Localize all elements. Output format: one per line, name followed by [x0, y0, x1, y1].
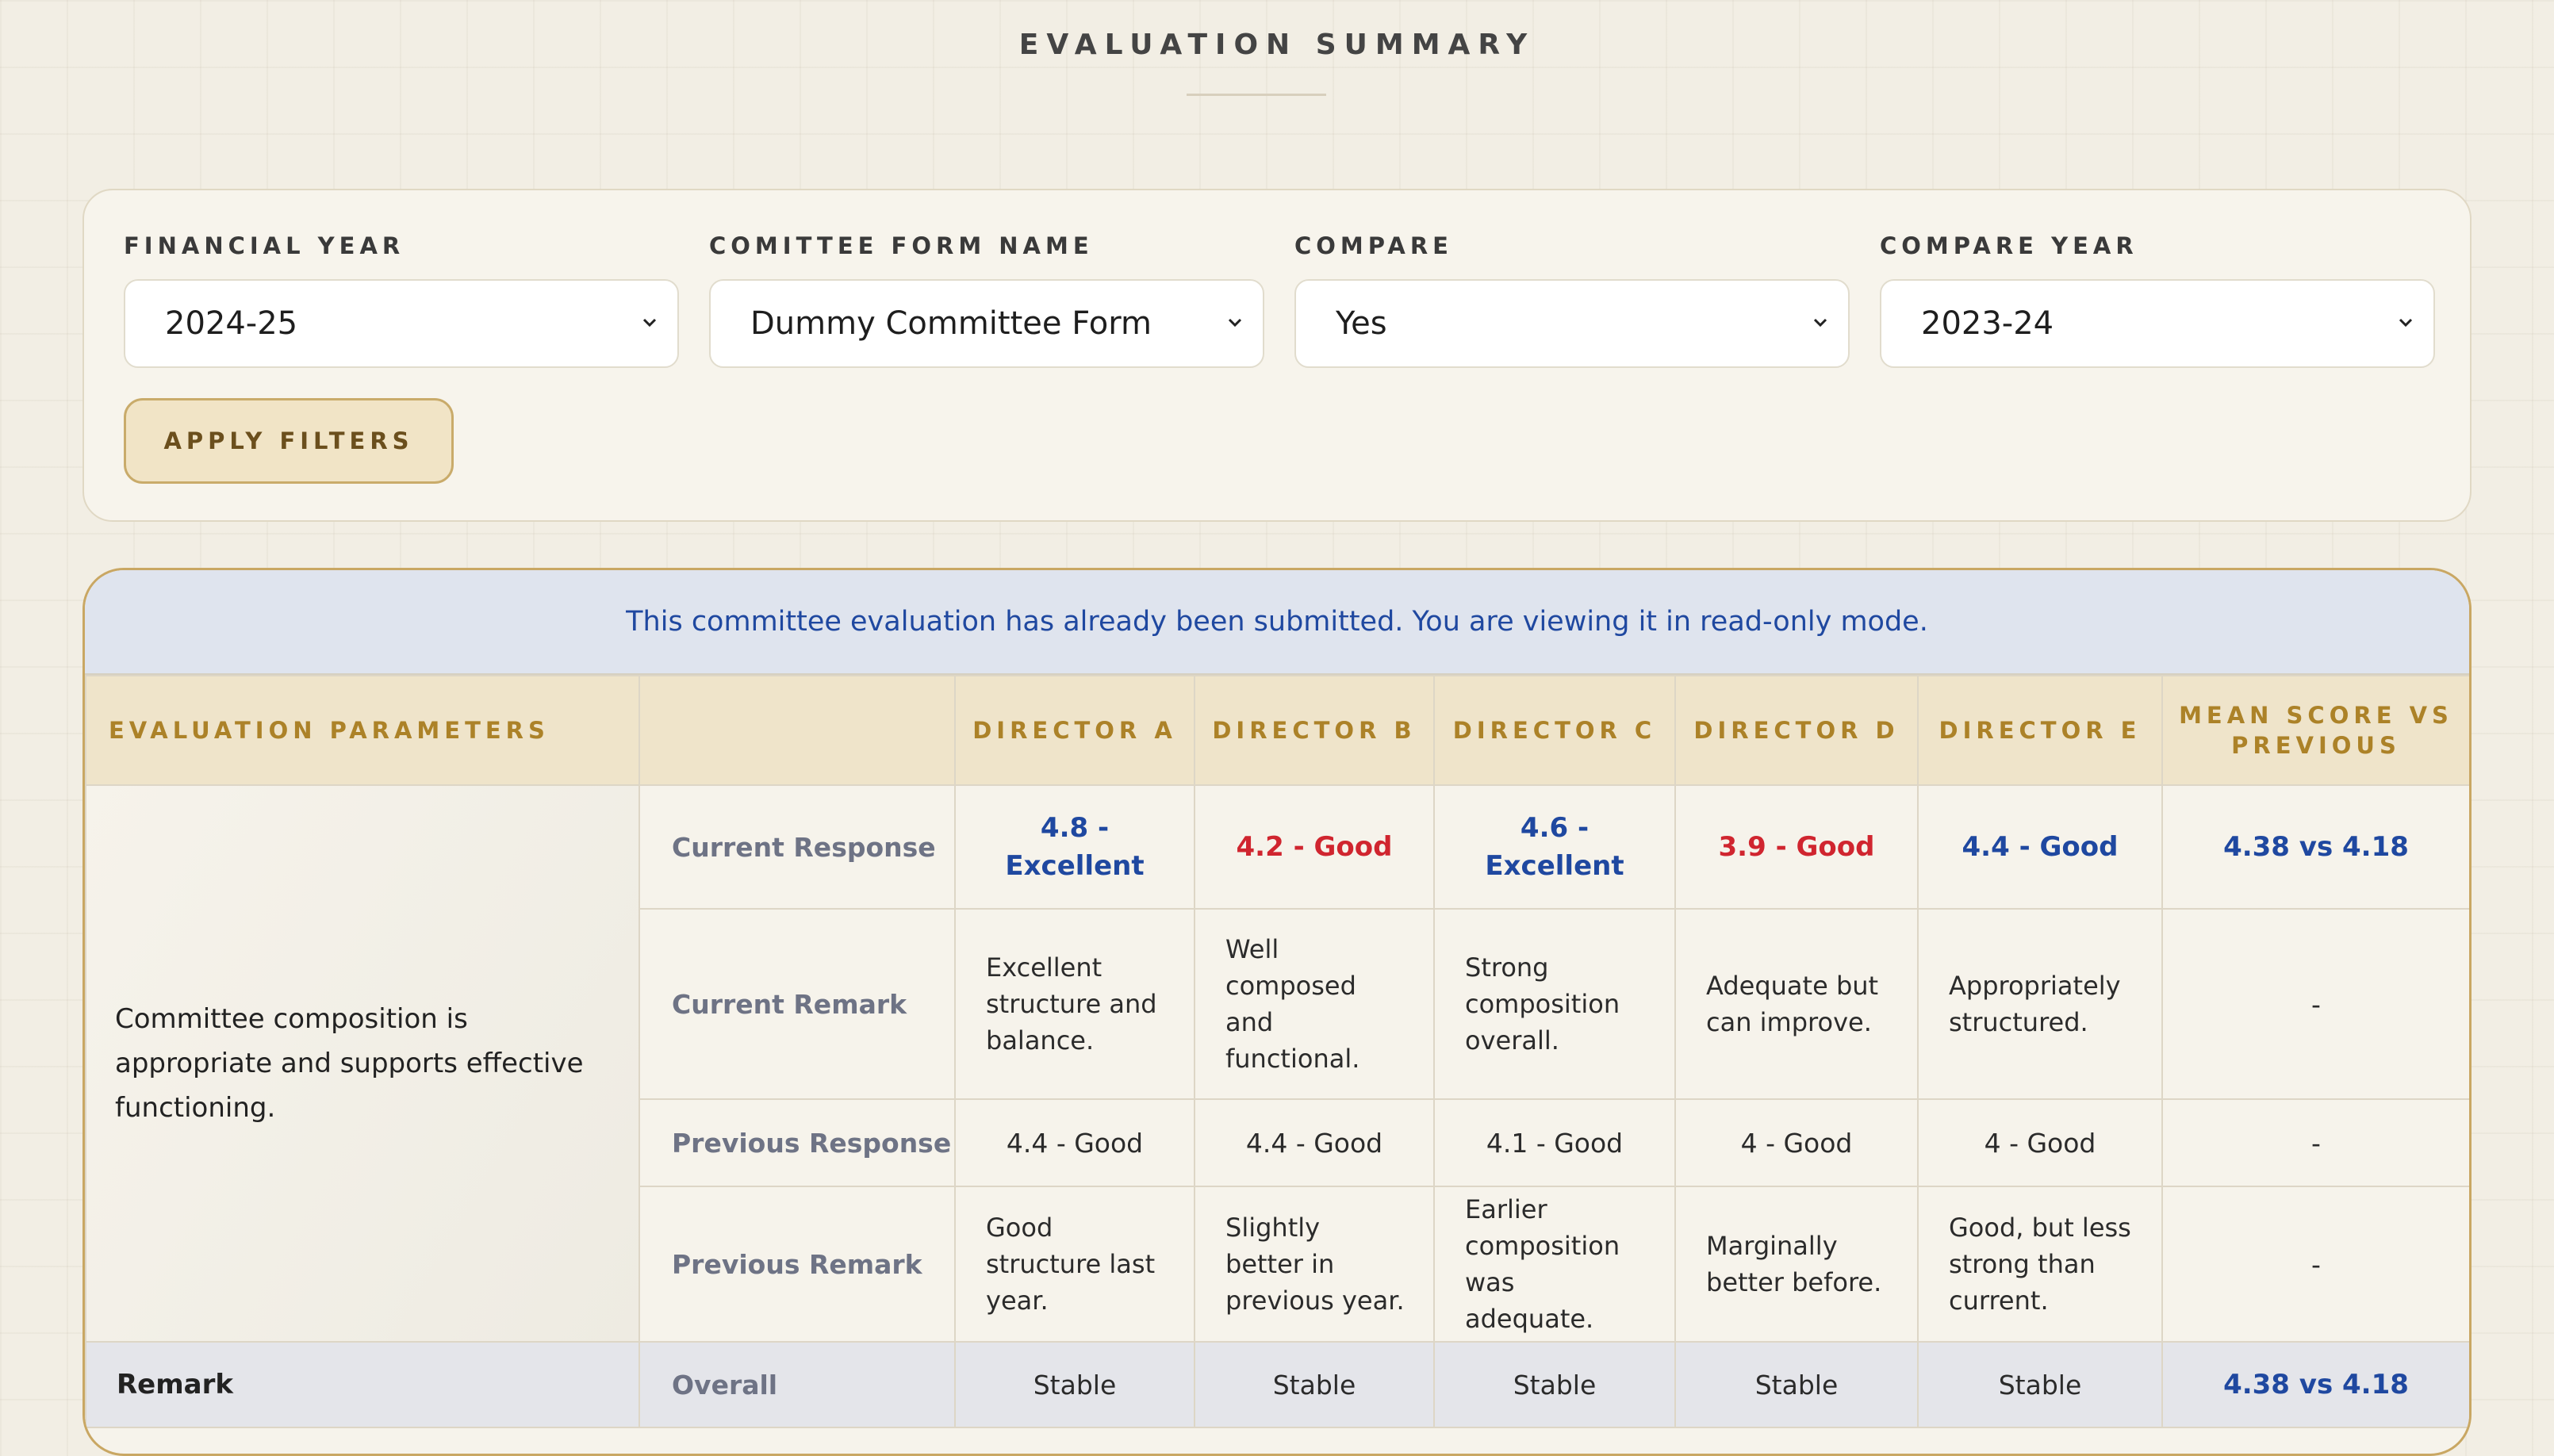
current-remark-mean: -: [2161, 908, 2469, 1100]
chevron-down-icon: [2399, 318, 2413, 328]
row-label-current-response: Current Response: [638, 784, 956, 910]
compare-select[interactable]: Yes: [1294, 279, 1850, 368]
current-remark-director-e: Appropriately structured.: [1917, 908, 2163, 1100]
chevron-down-icon: [642, 318, 657, 328]
compare-year-group: COMPARE YEAR 2023-24: [1880, 230, 2435, 368]
overall-director-b: Stable: [1194, 1341, 1435, 1428]
compare-value: Yes: [1336, 305, 1387, 342]
header-director-e: DIRECTOR E: [1917, 675, 2163, 786]
financial-year-group: FINANCIAL YEAR 2024-25: [124, 230, 679, 368]
filter-card: FINANCIAL YEAR 2024-25 COMITTEE FORM NAM…: [82, 189, 2472, 522]
previous-remark-mean: -: [2161, 1186, 2469, 1343]
previous-remark-director-b: Slightly better in previous year.: [1194, 1186, 1435, 1343]
title-divider: [1187, 94, 1326, 96]
current-response-director-b: 4.2 - Good: [1194, 784, 1435, 910]
committee-form-select[interactable]: Dummy Committee Form: [709, 279, 1264, 368]
table-row-current-response: Committee composition is appropriate and…: [85, 784, 2469, 1343]
header-director-b: DIRECTOR B: [1194, 675, 1435, 786]
score-value: 4.2 - Good: [1236, 831, 1393, 863]
current-remark-director-a: Excellent structure and balance.: [954, 908, 1195, 1100]
score-value: 4.4 - Good: [1962, 831, 2119, 863]
overall-mean: 4.38 vs 4.18: [2161, 1341, 2469, 1428]
compare-label: COMPARE: [1294, 232, 1453, 259]
row-label-overall: Overall: [638, 1341, 956, 1428]
parameter-text: Committee composition is appropriate and…: [85, 784, 640, 1343]
mean-score-value: 4.38 vs 4.18: [2223, 831, 2409, 863]
current-remark-director-b: Well composed and functional.: [1194, 908, 1435, 1100]
read-only-notice: This committee evaluation has already be…: [85, 570, 2469, 675]
chevron-down-icon: [1813, 318, 1827, 328]
compare-year-value: 2023-24: [1921, 305, 2054, 342]
mean-score-value: 4.38 vs 4.18: [2223, 1369, 2409, 1400]
header-evaluation-parameters: EVALUATION PARAMETERS: [85, 675, 640, 786]
score-value: 3.9 - Good: [1718, 831, 1875, 863]
header-director-a: DIRECTOR A: [954, 675, 1195, 786]
header-director-d: DIRECTOR D: [1674, 675, 1919, 786]
overall-director-c: Stable: [1433, 1341, 1676, 1428]
current-response-director-e: 4.4 - Good: [1917, 784, 2163, 910]
compare-group: COMPARE Yes: [1294, 230, 1850, 368]
current-response-director-c: 4.6 - Excellent: [1433, 784, 1676, 910]
current-response-mean: 4.38 vs 4.18: [2161, 784, 2469, 910]
previous-remark-director-d: Marginally better before.: [1674, 1186, 1919, 1343]
compare-year-label: COMPARE YEAR: [1880, 232, 2138, 259]
previous-remark-director-e: Good, but less strong than current.: [1917, 1186, 2163, 1343]
previous-response-director-d: 4 - Good: [1674, 1098, 1919, 1187]
table-row-remark: Remark Overall Stable Stable Stable Stab…: [85, 1341, 2469, 1428]
chevron-down-icon: [1228, 318, 1242, 328]
table-header-row: EVALUATION PARAMETERS DIRECTOR A DIRECTO…: [85, 675, 2469, 786]
compare-year-select[interactable]: 2023-24: [1880, 279, 2435, 368]
row-label-previous-remark: Previous Remark: [638, 1186, 956, 1343]
overall-director-e: Stable: [1917, 1341, 2163, 1428]
previous-remark-director-c: Earlier composition was adequate.: [1433, 1186, 1676, 1343]
previous-remark-director-a: Good structure last year.: [954, 1186, 1195, 1343]
committee-form-group: COMITTEE FORM NAME Dummy Committee Form: [709, 230, 1264, 368]
evaluation-table: EVALUATION PARAMETERS DIRECTOR A DIRECTO…: [85, 675, 2469, 1428]
current-remark-director-c: Strong composition overall.: [1433, 908, 1676, 1100]
previous-response-director-a: 4.4 - Good: [954, 1098, 1195, 1187]
previous-response-director-b: 4.4 - Good: [1194, 1098, 1435, 1187]
financial-year-select[interactable]: 2024-25: [124, 279, 679, 368]
overall-director-a: Stable: [954, 1341, 1195, 1428]
row-label-current-remark: Current Remark: [638, 908, 956, 1100]
financial-year-label: FINANCIAL YEAR: [124, 232, 405, 259]
score-value: 4.6 - Excellent: [1485, 812, 1624, 882]
header-director-c: DIRECTOR C: [1433, 675, 1676, 786]
apply-filters-button[interactable]: APPLY FILTERS: [124, 398, 454, 484]
evaluation-table-card: This committee evaluation has already be…: [82, 568, 2472, 1456]
committee-form-label: COMITTEE FORM NAME: [709, 232, 1094, 259]
current-response-director-d: 3.9 - Good: [1674, 784, 1919, 910]
score-value: 4.8 - Excellent: [1005, 812, 1145, 882]
row-label-previous-response: Previous Response: [638, 1098, 956, 1187]
remark-title: Remark: [85, 1341, 640, 1428]
committee-form-value: Dummy Committee Form: [750, 305, 1152, 342]
financial-year-value: 2024-25: [165, 305, 298, 342]
previous-response-director-c: 4.1 - Good: [1433, 1098, 1676, 1187]
header-blank: [638, 675, 956, 786]
current-response-director-a: 4.8 - Excellent: [954, 784, 1195, 910]
previous-response-director-e: 4 - Good: [1917, 1098, 2163, 1187]
overall-director-d: Stable: [1674, 1341, 1919, 1428]
page-title: EVALUATION SUMMARY: [1018, 29, 1536, 61]
header-mean-score: MEAN SCORE VS PREVIOUS: [2161, 675, 2469, 786]
current-remark-director-d: Adequate but can improve.: [1674, 908, 1919, 1100]
previous-response-mean: -: [2161, 1098, 2469, 1187]
